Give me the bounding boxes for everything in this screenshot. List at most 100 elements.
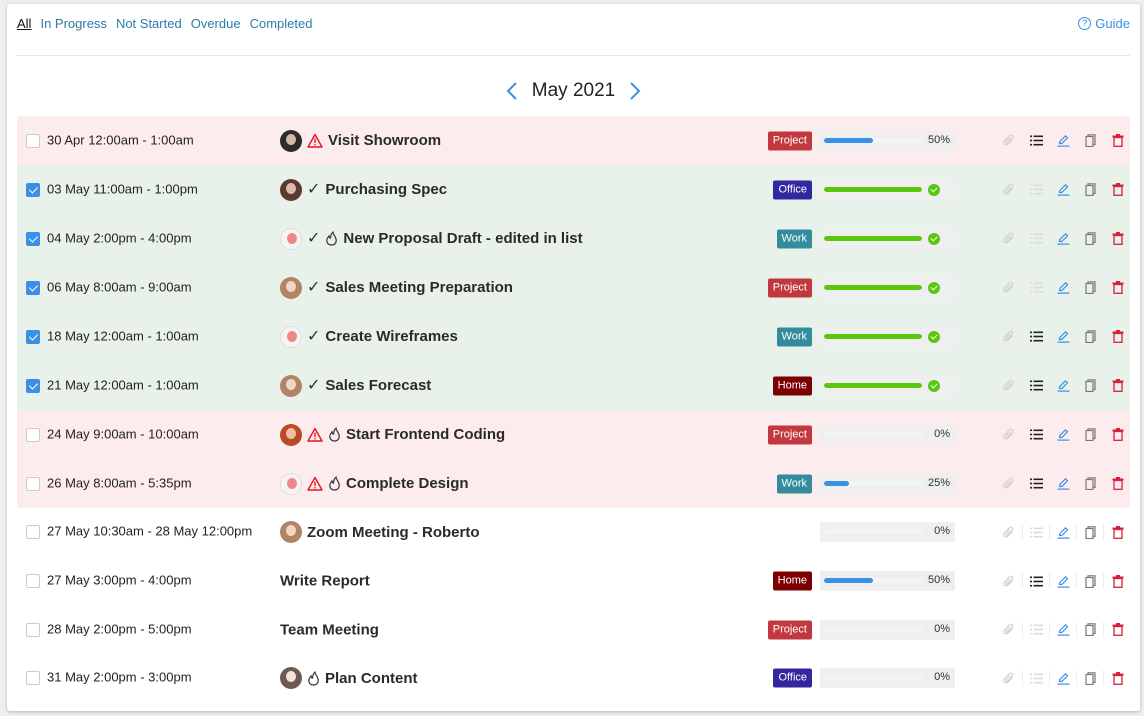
filter-tab-overdue[interactable]: Overdue: [191, 16, 241, 31]
filter-tab-in-progress[interactable]: In Progress: [40, 16, 106, 31]
task-title-group[interactable]: ✓ New Proposal Draft - edited in list: [280, 227, 583, 250]
attachment-button[interactable]: [996, 230, 1023, 247]
edit-button[interactable]: [1050, 524, 1077, 541]
task-row[interactable]: 18 May 12:00am - 1:00am ✓ Create Wirefram…: [17, 312, 1130, 361]
subtasks-button[interactable]: [1023, 670, 1050, 687]
task-title-group[interactable]: Visit Showroom: [280, 129, 441, 152]
edit-button[interactable]: [1050, 670, 1077, 687]
subtasks-button[interactable]: [1023, 181, 1050, 198]
attachment-button[interactable]: [996, 132, 1023, 149]
subtasks-button[interactable]: [1023, 279, 1050, 296]
task-row[interactable]: 27 May 10:30am - 28 May 12:00pm Zoom Mee…: [17, 508, 1130, 557]
attachment-button[interactable]: [996, 181, 1023, 198]
duplicate-button[interactable]: [1077, 426, 1104, 443]
duplicate-button[interactable]: [1077, 670, 1104, 687]
delete-button[interactable]: [1104, 427, 1131, 443]
task-checkbox[interactable]: [26, 133, 40, 148]
duplicate-button[interactable]: [1077, 621, 1104, 638]
edit-button[interactable]: [1050, 621, 1077, 638]
edit-button[interactable]: [1050, 475, 1077, 492]
delete-button[interactable]: [1104, 622, 1131, 638]
filter-tab-all[interactable]: All: [17, 16, 31, 31]
delete-button[interactable]: [1104, 573, 1131, 589]
attachment-button[interactable]: [996, 328, 1023, 345]
task-row[interactable]: 21 May 12:00am - 1:00am ✓ Sales Forecast …: [17, 361, 1130, 410]
delete-button[interactable]: [1104, 182, 1131, 198]
delete-button[interactable]: [1104, 378, 1131, 394]
task-title-group[interactable]: Team Meeting: [280, 621, 379, 638]
duplicate-button[interactable]: [1077, 475, 1104, 492]
task-row[interactable]: 30 Apr 12:00am - 1:00am Visit Showroom P…: [17, 116, 1130, 165]
task-title-group[interactable]: Start Frontend Coding: [280, 423, 505, 446]
task-title-group[interactable]: Complete Design: [280, 472, 469, 495]
duplicate-button[interactable]: [1077, 230, 1104, 247]
task-checkbox[interactable]: [26, 182, 40, 197]
prev-month-button[interactable]: [506, 82, 518, 100]
task-title[interactable]: Write Report: [280, 573, 370, 590]
duplicate-button[interactable]: [1077, 181, 1104, 198]
task-title-group[interactable]: Plan Content: [280, 667, 418, 690]
task-title[interactable]: Zoom Meeting - Roberto: [307, 524, 480, 541]
attachment-button[interactable]: [996, 670, 1023, 687]
subtasks-button[interactable]: [1023, 475, 1050, 492]
duplicate-button[interactable]: [1077, 328, 1104, 345]
attachment-button[interactable]: [996, 524, 1023, 541]
task-title[interactable]: Team Meeting: [280, 621, 379, 638]
delete-button[interactable]: [1104, 133, 1131, 149]
subtasks-button[interactable]: [1023, 230, 1050, 247]
task-checkbox[interactable]: [26, 574, 40, 589]
attachment-button[interactable]: [996, 475, 1023, 492]
task-checkbox[interactable]: [26, 427, 40, 442]
subtasks-button[interactable]: [1023, 573, 1050, 590]
delete-button[interactable]: [1104, 670, 1131, 686]
task-checkbox[interactable]: [26, 378, 40, 393]
task-row[interactable]: 27 May 3:00pm - 4:00pm Write Report Home…: [17, 556, 1131, 606]
delete-button[interactable]: [1104, 280, 1131, 296]
delete-button[interactable]: [1104, 524, 1131, 540]
task-title[interactable]: Create Wireframes: [325, 328, 457, 345]
task-row[interactable]: 31 May 2:00pm - 3:00pm Plan Content Offi…: [17, 654, 1130, 703]
duplicate-button[interactable]: [1077, 524, 1104, 541]
edit-button[interactable]: [1050, 132, 1077, 149]
subtasks-button[interactable]: [1023, 426, 1050, 443]
task-title[interactable]: Complete Design: [346, 475, 469, 492]
task-title-group[interactable]: Zoom Meeting - Roberto: [280, 521, 480, 544]
subtasks-button[interactable]: [1023, 621, 1050, 638]
guide-link[interactable]: ? Guide: [1078, 16, 1130, 31]
edit-button[interactable]: [1050, 230, 1077, 247]
task-title-group[interactable]: ✓ Create Wireframes: [280, 325, 458, 348]
attachment-button[interactable]: [996, 279, 1023, 296]
task-title[interactable]: Visit Showroom: [328, 132, 441, 149]
task-title[interactable]: New Proposal Draft - edited in list: [343, 230, 582, 247]
task-title-group[interactable]: ✓ Purchasing Spec: [280, 178, 447, 201]
subtasks-button[interactable]: [1023, 377, 1050, 394]
task-title[interactable]: Start Frontend Coding: [346, 426, 505, 443]
task-checkbox[interactable]: [26, 671, 40, 686]
edit-button[interactable]: [1050, 426, 1077, 443]
task-row[interactable]: 24 May 9:00am - 10:00am Start Frontend C…: [17, 410, 1130, 459]
task-title-group[interactable]: ✓ Sales Forecast: [280, 374, 431, 397]
task-title[interactable]: Sales Forecast: [325, 377, 431, 394]
task-title[interactable]: Sales Meeting Preparation: [325, 279, 513, 296]
task-title[interactable]: Purchasing Spec: [325, 181, 447, 198]
subtasks-button[interactable]: [1023, 524, 1050, 541]
edit-button[interactable]: [1050, 573, 1077, 590]
attachment-button[interactable]: [996, 621, 1023, 638]
task-checkbox[interactable]: [26, 622, 40, 637]
task-title-group[interactable]: Write Report: [280, 573, 370, 590]
edit-button[interactable]: [1050, 377, 1077, 394]
duplicate-button[interactable]: [1077, 377, 1104, 394]
delete-button[interactable]: [1104, 329, 1131, 345]
task-title-group[interactable]: ✓ Sales Meeting Preparation: [280, 276, 513, 299]
attachment-button[interactable]: [996, 426, 1023, 443]
task-row[interactable]: 28 May 2:00pm - 5:00pm Team Meeting Proj…: [17, 605, 1131, 655]
edit-button[interactable]: [1050, 181, 1077, 198]
task-checkbox[interactable]: [26, 280, 40, 295]
duplicate-button[interactable]: [1077, 573, 1104, 590]
duplicate-button[interactable]: [1077, 279, 1104, 296]
duplicate-button[interactable]: [1077, 132, 1104, 149]
edit-button[interactable]: [1050, 279, 1077, 296]
delete-button[interactable]: [1104, 231, 1131, 247]
filter-tab-completed[interactable]: Completed: [250, 16, 313, 31]
task-title[interactable]: Plan Content: [325, 670, 418, 687]
